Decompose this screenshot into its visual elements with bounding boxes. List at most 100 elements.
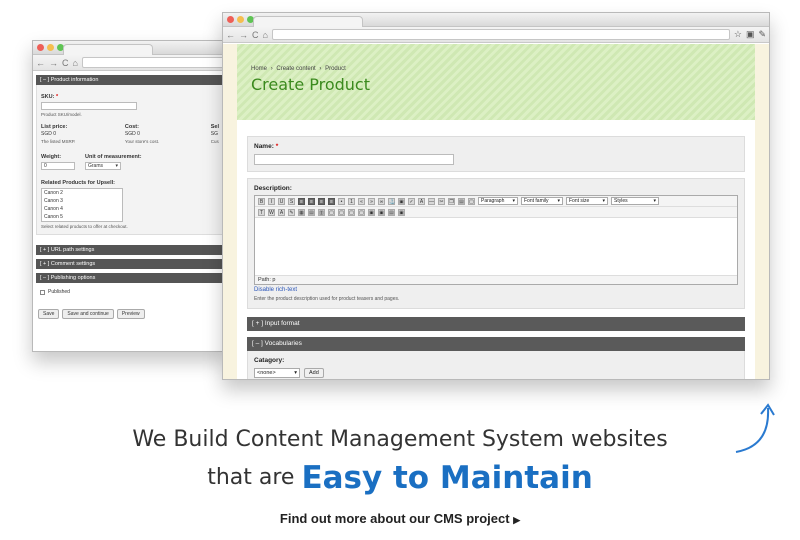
breadcrumb-home-link[interactable]: Home: [251, 66, 267, 72]
forward-arrow-icon[interactable]: →: [49, 58, 58, 68]
breadcrumb-product-link[interactable]: Product: [325, 66, 346, 72]
delete-col-icon[interactable]: ▢: [358, 208, 365, 216]
unit-select[interactable]: Grams ▾: [85, 162, 121, 170]
paragraph-format-select[interactable]: Paragraph ▾: [478, 197, 518, 205]
extension-icon[interactable]: ▣: [746, 29, 755, 40]
list-price-input[interactable]: SGD 0: [41, 131, 117, 137]
edit-image-icon[interactable]: ✎: [288, 208, 295, 216]
list-item[interactable]: Canon 2: [42, 189, 122, 197]
add-category-button[interactable]: Add: [304, 368, 324, 378]
save-button[interactable]: Save: [38, 309, 60, 319]
breadcrumb-separator: ›: [270, 66, 273, 72]
editor-text-area[interactable]: [255, 218, 737, 276]
url-path-settings-header[interactable]: [ + ] URL path settings: [36, 245, 224, 255]
select-arrow-icon: ▾: [653, 198, 656, 204]
paste-text-icon[interactable]: T: [258, 208, 265, 216]
list-item[interactable]: Canon 3: [42, 197, 122, 205]
home-icon[interactable]: ⌂: [73, 58, 78, 68]
product-information-header[interactable]: [ – ] Product information: [36, 75, 224, 85]
vocabularies-header[interactable]: [ – ] Vocabularies: [247, 337, 745, 351]
align-justify-icon[interactable]: ≡: [328, 197, 335, 205]
delete-row-icon[interactable]: ▢: [348, 208, 355, 216]
category-select[interactable]: <none> ▾: [254, 368, 300, 378]
paste-word-icon[interactable]: W: [268, 208, 275, 216]
fullscreen-icon[interactable]: ▣: [368, 208, 375, 216]
align-left-icon[interactable]: ≡: [298, 197, 305, 205]
bold-icon[interactable]: B: [258, 197, 265, 205]
hr-icon[interactable]: —: [428, 197, 435, 205]
merge-cells-icon[interactable]: ▢: [328, 208, 335, 216]
image-icon[interactable]: ▣: [398, 197, 405, 205]
list-item[interactable]: Canon 4: [42, 205, 122, 213]
url-bar[interactable]: [81, 57, 224, 68]
minimize-dot-icon[interactable]: [237, 16, 244, 23]
styles-select[interactable]: Styles ▾: [611, 197, 659, 205]
select-arrow-icon: ▾: [602, 198, 605, 204]
italic-icon[interactable]: I: [268, 197, 275, 205]
home-icon[interactable]: ⌂: [263, 30, 268, 40]
sell-price-currency[interactable]: SG: [211, 131, 219, 137]
bookmark-star-icon[interactable]: ☆: [734, 29, 742, 40]
close-dot-icon[interactable]: [227, 16, 234, 23]
list-item[interactable]: Canon 5: [42, 213, 122, 221]
font-family-value: Font family: [524, 198, 549, 204]
name-input[interactable]: [254, 154, 454, 165]
publishing-options-header[interactable]: [ – ] Publishing options: [36, 273, 224, 283]
cleanup-icon[interactable]: ✓: [408, 197, 415, 205]
strikethrough-icon[interactable]: S: [288, 197, 295, 205]
save-and-continue-button[interactable]: Save and continue: [62, 309, 114, 319]
input-format-header[interactable]: [ + ] Input format: [247, 317, 745, 331]
table-col-icon[interactable]: ▥: [318, 208, 325, 216]
preview-icon[interactable]: ▣: [378, 208, 385, 216]
spellcheck-icon[interactable]: A: [278, 208, 285, 216]
published-checkbox[interactable]: [40, 289, 45, 295]
font-family-select[interactable]: Font family ▾: [521, 197, 563, 205]
comment-settings-header[interactable]: [ + ] Comment settings: [36, 259, 224, 269]
sell-price-description: Cus: [210, 139, 219, 144]
browser-tab[interactable]: [253, 16, 363, 27]
close-dot-icon[interactable]: [37, 44, 44, 51]
paste-icon[interactable]: ▤: [458, 197, 465, 205]
published-checkbox-row[interactable]: Published: [36, 283, 224, 301]
copy-icon[interactable]: ❐: [448, 197, 455, 205]
visual-aid-icon[interactable]: ▢: [468, 197, 475, 205]
indent-icon[interactable]: »: [368, 197, 375, 205]
disable-rich-text-link[interactable]: Disable rich-text: [254, 287, 738, 293]
save-icon[interactable]: ▣: [398, 208, 405, 216]
cost-input[interactable]: SGD 0: [125, 131, 203, 137]
font-size-select[interactable]: Font size ▾: [566, 197, 608, 205]
underline-icon[interactable]: U: [278, 197, 285, 205]
forward-arrow-icon[interactable]: →: [239, 30, 248, 40]
split-cells-icon[interactable]: ▢: [338, 208, 345, 216]
back-window-titlebar: [33, 41, 227, 55]
reload-icon[interactable]: C: [252, 30, 259, 40]
cms-project-link[interactable]: Find out more about our CMS project ▶: [0, 511, 800, 526]
reload-icon[interactable]: C: [62, 58, 69, 68]
cut-icon[interactable]: ✂: [438, 197, 445, 205]
link-icon[interactable]: ∞: [378, 197, 385, 205]
url-bar[interactable]: [271, 29, 730, 40]
preview-button[interactable]: Preview: [116, 309, 145, 319]
align-right-icon[interactable]: ≡: [318, 197, 325, 205]
text-color-icon[interactable]: A: [418, 197, 425, 205]
bullet-list-icon[interactable]: •: [338, 197, 345, 205]
browser-tab[interactable]: [63, 44, 153, 55]
minimize-dot-icon[interactable]: [47, 44, 54, 51]
table-icon[interactable]: ▦: [298, 208, 305, 216]
sku-input[interactable]: [41, 102, 137, 110]
align-center-icon[interactable]: ≡: [308, 197, 315, 205]
table-row-icon[interactable]: ▤: [308, 208, 315, 216]
outdent-icon[interactable]: «: [358, 197, 365, 205]
back-arrow-icon[interactable]: ←: [36, 58, 45, 68]
editor-toolbar-row-2: T W A ✎ ▦ ▤ ▥ ▢ ▢ ▢ ▢ ▣ ▣ ▤ ▣: [255, 207, 737, 218]
related-products-list[interactable]: Canon 2 Canon 3 Canon 4 Canon 5: [41, 188, 123, 222]
html-source-icon[interactable]: ▤: [388, 208, 395, 216]
weight-input[interactable]: 0: [41, 162, 75, 170]
breadcrumb-create-content-link[interactable]: Create content: [276, 66, 315, 72]
back-browser-window: ← → C ⌂ [ – ] Product information SKU: *…: [32, 40, 228, 352]
anchor-icon[interactable]: ⚓: [388, 197, 395, 205]
back-arrow-icon[interactable]: ←: [226, 30, 235, 40]
wrench-icon[interactable]: ✎: [758, 29, 766, 40]
breadcrumb: Home › Create content › Product: [251, 66, 348, 72]
numbered-list-icon[interactable]: 1: [348, 197, 355, 205]
